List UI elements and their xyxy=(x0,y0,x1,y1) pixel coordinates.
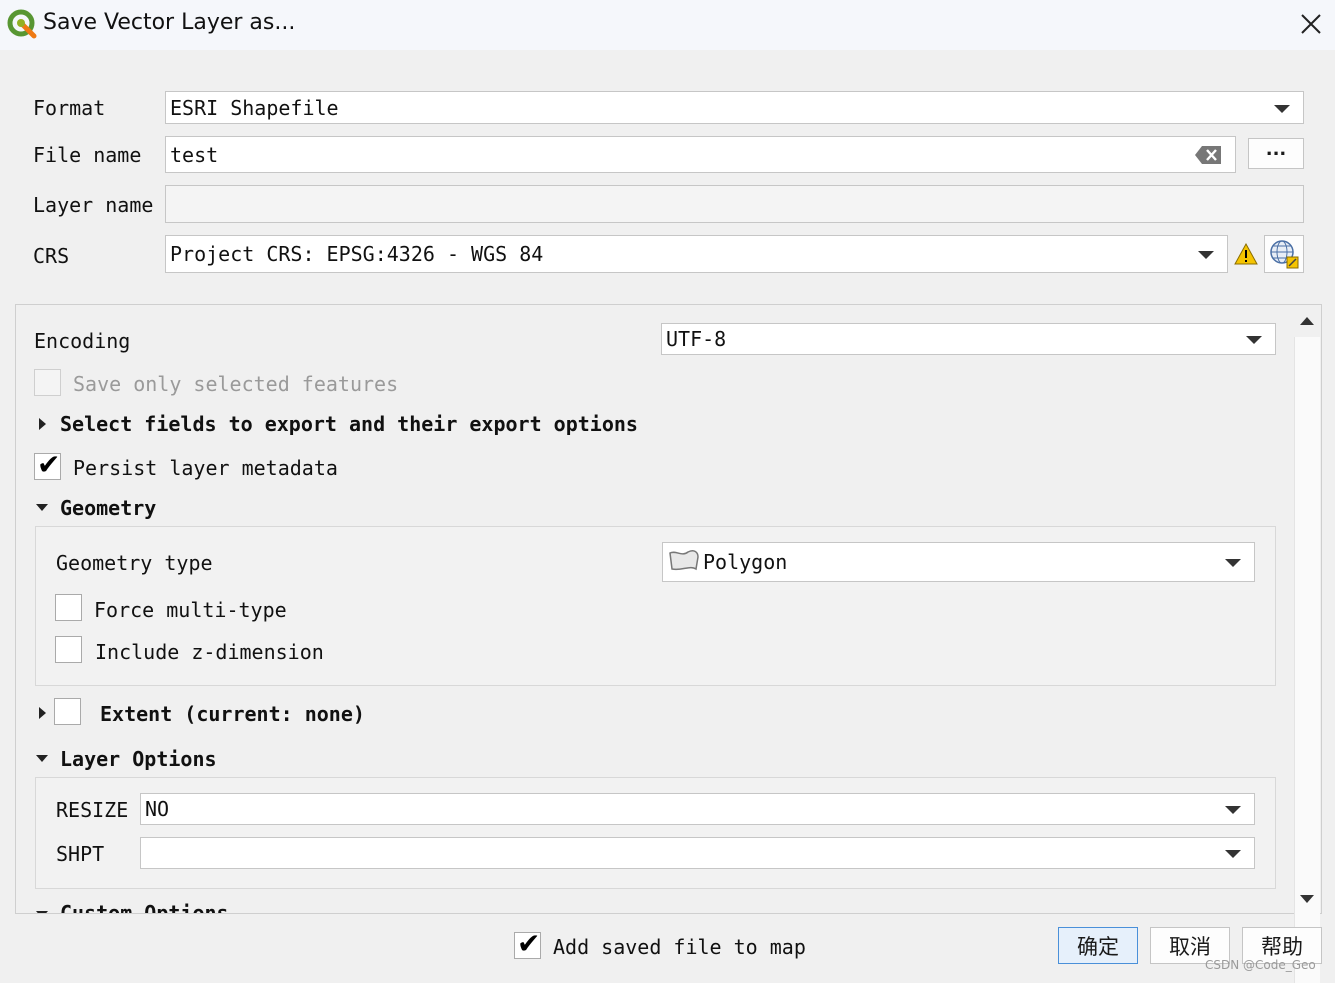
crs-label: CRS xyxy=(33,244,70,268)
format-value: ESRI Shapefile xyxy=(170,95,339,120)
persist-metadata-checkbox[interactable]: ✔ xyxy=(34,448,61,481)
qgis-logo-icon xyxy=(7,9,37,39)
filename-value: test xyxy=(170,142,219,167)
encoding-label: Encoding xyxy=(34,329,131,353)
resize-value: NO xyxy=(145,797,170,821)
cancel-label: 取消 xyxy=(1169,934,1211,959)
geometry-group: Geometry type Polygon Force multi-type I… xyxy=(35,526,1276,686)
collapse-arrow-icon[interactable] xyxy=(36,911,48,913)
filename-label: File name xyxy=(33,143,142,167)
force-multi-checkbox[interactable] xyxy=(55,594,82,621)
chevron-down-icon xyxy=(1225,850,1241,858)
layer-options-header[interactable]: Layer Options xyxy=(60,747,217,771)
scroll-up-arrow-icon[interactable] xyxy=(1300,317,1314,325)
expand-arrow-icon[interactable] xyxy=(39,707,46,719)
crs-select[interactable]: Project CRS: EPSG:4326 - WGS 84 xyxy=(165,235,1228,273)
layer-options-group: RESIZE NO SHPT xyxy=(35,777,1276,889)
format-select[interactable]: ESRI Shapefile xyxy=(165,91,1304,124)
encoding-value: UTF-8 xyxy=(666,327,727,351)
chevron-down-icon xyxy=(1246,336,1262,344)
window-title: Save Vector Layer as... xyxy=(43,10,296,35)
save-selected-label: Save only selected features xyxy=(73,372,399,396)
layername-label: Layer name xyxy=(33,193,154,217)
include-z-label: Include z-dimension xyxy=(95,640,324,664)
geometry-type-label: Geometry type xyxy=(56,551,213,575)
chevron-down-icon xyxy=(1198,251,1214,259)
add-to-map-label: Add saved file to map xyxy=(553,935,806,959)
include-z-checkbox[interactable] xyxy=(55,636,82,663)
extent-checkbox[interactable] xyxy=(54,698,81,725)
polygon-icon xyxy=(669,550,699,571)
close-icon xyxy=(1301,14,1321,34)
custom-options-header[interactable]: Custom Options xyxy=(60,901,229,913)
watermark-text: CSDN @Code_Geo xyxy=(1205,958,1316,972)
resize-label: RESIZE xyxy=(56,798,129,822)
save-selected-checkbox[interactable] xyxy=(34,369,61,396)
globe-crs-icon xyxy=(1270,240,1299,269)
chevron-down-icon xyxy=(1274,104,1290,113)
vertical-scrollbar[interactable] xyxy=(1293,305,1321,983)
crs-value: Project CRS: EPSG:4326 - WGS 84 xyxy=(170,242,544,266)
shpt-select[interactable] xyxy=(140,837,1255,869)
options-scroll-area[interactable]: Encoding UTF-8 Save only selected featur… xyxy=(15,304,1322,914)
chevron-down-icon xyxy=(1225,806,1241,814)
select-fields-header[interactable]: Select fields to export and their export… xyxy=(60,412,638,436)
title-bar: Save Vector Layer as... xyxy=(0,0,1335,50)
resize-select[interactable]: NO xyxy=(140,793,1255,825)
add-to-map-checkbox[interactable]: ✔ xyxy=(514,927,541,960)
select-crs-button[interactable] xyxy=(1264,235,1304,273)
collapse-arrow-icon[interactable] xyxy=(36,504,48,511)
scroll-thumb[interactable] xyxy=(1294,337,1320,983)
format-label: Format xyxy=(33,96,106,120)
geometry-type-value: Polygon xyxy=(703,550,788,574)
checkmark-icon: ✔ xyxy=(517,927,541,960)
extent-header[interactable]: Extent (current: none) xyxy=(100,702,365,726)
chevron-down-icon xyxy=(1225,559,1241,567)
collapse-arrow-icon[interactable] xyxy=(36,755,48,762)
browse-button[interactable]: ... xyxy=(1248,138,1304,169)
clear-text-icon[interactable] xyxy=(1194,145,1222,165)
browse-label: ... xyxy=(1265,139,1287,160)
encoding-select[interactable]: UTF-8 xyxy=(661,323,1276,355)
warning-icon xyxy=(1234,243,1258,265)
force-multi-label: Force multi-type xyxy=(94,598,287,622)
shpt-label: SHPT xyxy=(56,842,105,866)
scroll-down-arrow-icon[interactable] xyxy=(1300,895,1314,903)
geometry-header[interactable]: Geometry xyxy=(60,496,156,520)
persist-metadata-label: Persist layer metadata xyxy=(73,456,338,480)
ok-label: 确定 xyxy=(1077,934,1119,959)
checkmark-icon: ✔ xyxy=(37,448,61,481)
close-button[interactable] xyxy=(1292,6,1330,42)
filename-input[interactable]: test xyxy=(165,136,1236,173)
layername-input[interactable] xyxy=(165,185,1304,223)
ok-button[interactable]: 确定 xyxy=(1058,927,1138,964)
geometry-type-select[interactable]: Polygon xyxy=(662,542,1255,582)
help-label: 帮助 xyxy=(1261,934,1303,959)
expand-arrow-icon[interactable] xyxy=(39,418,46,430)
